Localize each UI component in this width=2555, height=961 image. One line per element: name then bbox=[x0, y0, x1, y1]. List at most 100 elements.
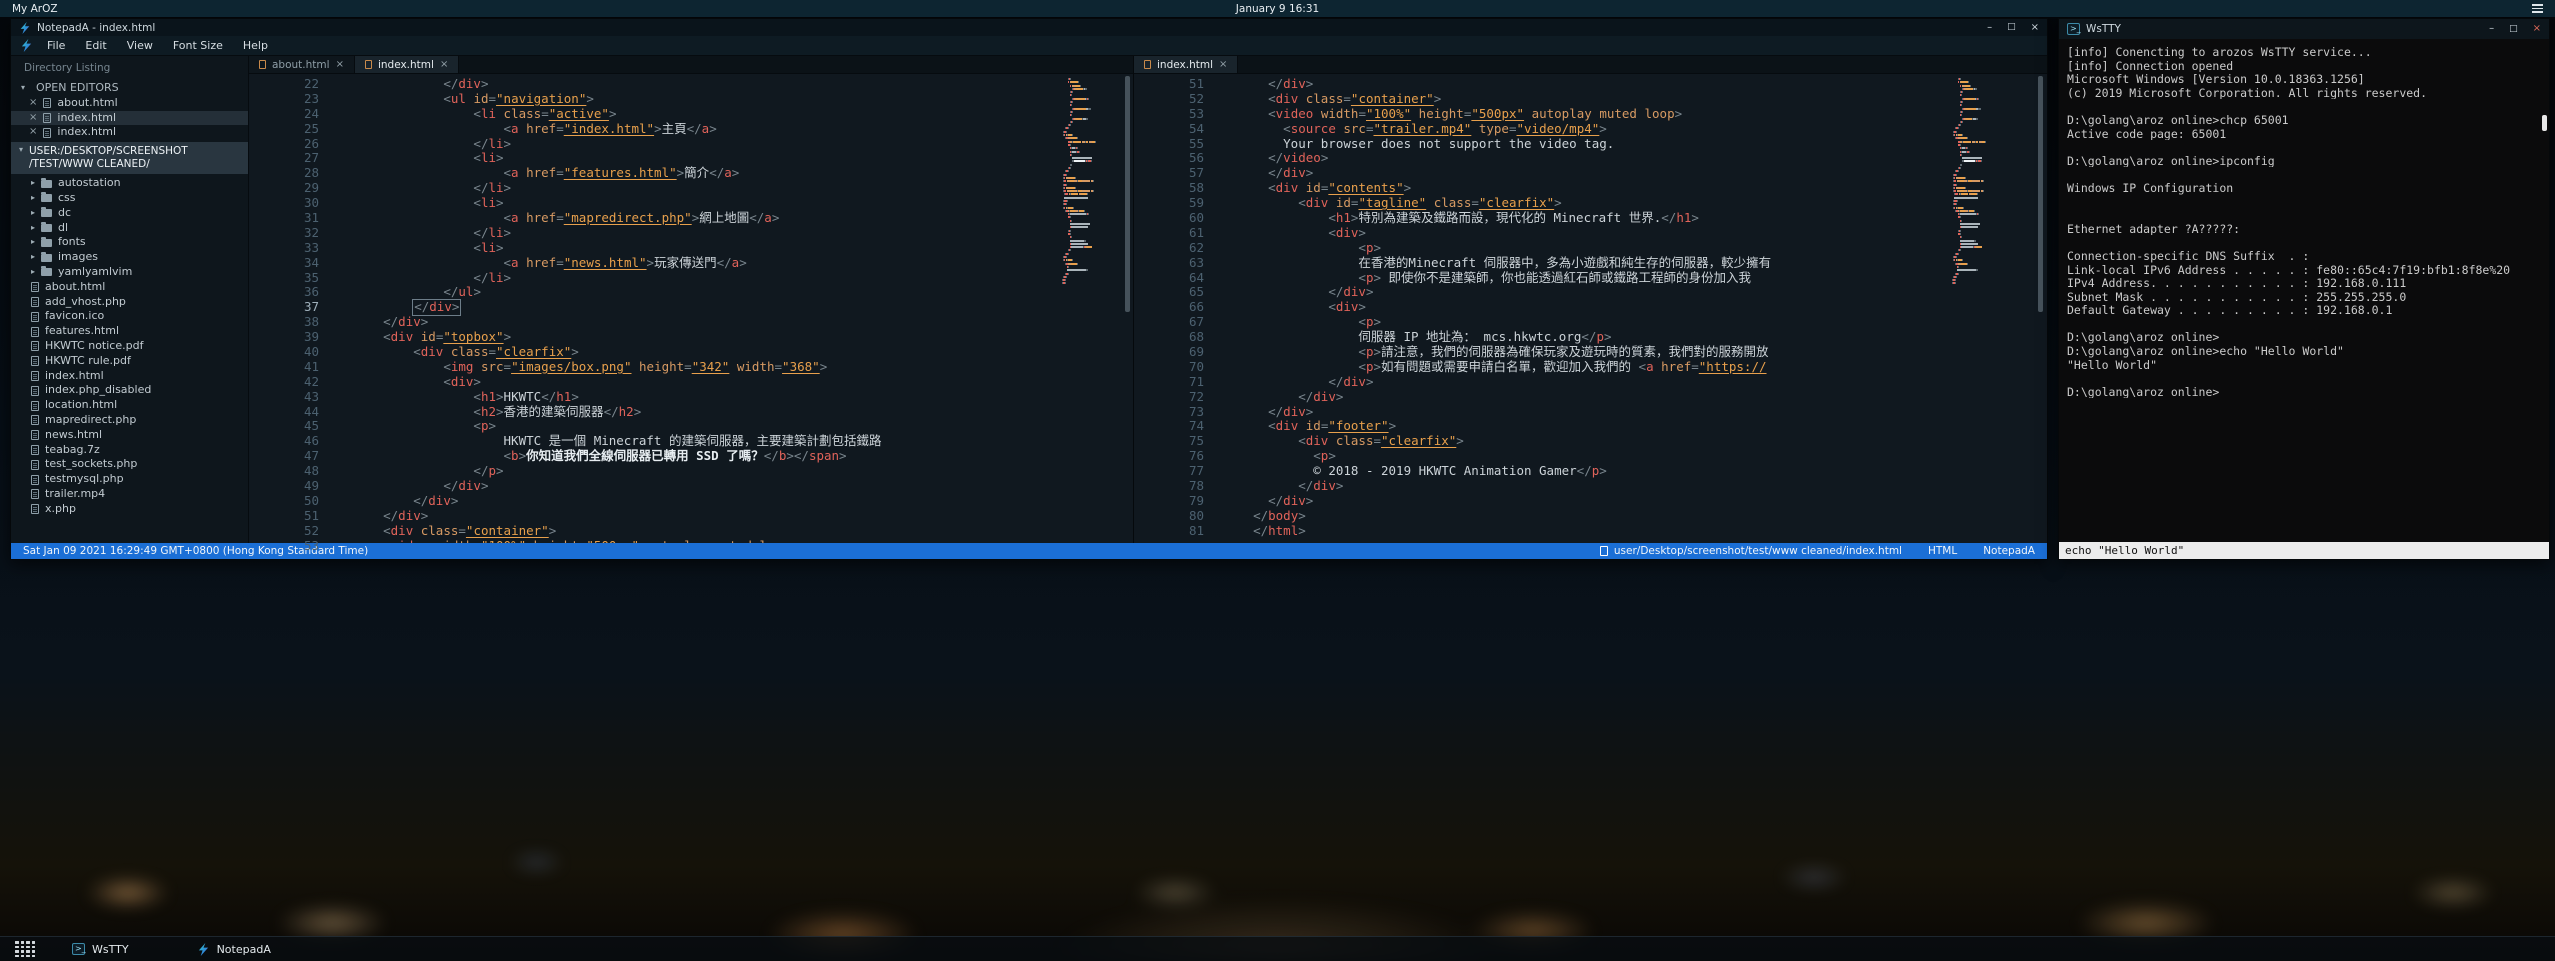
code-line[interactable]: </div> bbox=[353, 509, 1057, 524]
line-number[interactable]: 64 bbox=[1134, 271, 1204, 286]
line-number[interactable]: 65 bbox=[1134, 285, 1204, 300]
code-line[interactable]: <div id="tagline" class="clearfix"> bbox=[1238, 196, 1943, 211]
line-number[interactable]: 40 bbox=[249, 345, 319, 360]
minimize-icon[interactable]: – bbox=[1987, 23, 1992, 33]
code-line[interactable]: <p>如有問題或需要申請白名單，歡迎加入我們的 <a href="https:/… bbox=[1238, 360, 1943, 375]
line-number[interactable]: 31 bbox=[249, 211, 319, 226]
sidebar-file-item[interactable]: features.html bbox=[11, 324, 248, 339]
code-line[interactable]: <h1>特別為建築及鐵路而設，現代化的 Minecraft 世界.</h1> bbox=[1238, 211, 1943, 226]
line-number[interactable]: 37 bbox=[249, 300, 319, 315]
line-number[interactable]: 76 bbox=[1134, 449, 1204, 464]
line-number[interactable]: 57 bbox=[1134, 166, 1204, 181]
sidebar-file-item[interactable]: index.html bbox=[11, 369, 248, 384]
code-area[interactable]: </div> <ul id="navigation"> <li class="a… bbox=[333, 77, 1057, 543]
sidebar-folder-item[interactable]: ▸yamlyamlvim bbox=[11, 265, 248, 280]
line-number[interactable]: 29 bbox=[249, 181, 319, 196]
line-number[interactable]: 38 bbox=[249, 315, 319, 330]
sidebar-folder-item[interactable]: ▸dc bbox=[11, 206, 248, 221]
sidebar-file-item[interactable]: index.php_disabled bbox=[11, 383, 248, 398]
code-area[interactable]: </div> <div class="container"> <video wi… bbox=[1218, 77, 1943, 543]
line-number[interactable]: 50 bbox=[249, 494, 319, 509]
line-number[interactable]: 23 bbox=[249, 92, 319, 107]
code-line[interactable]: <div class="container"> bbox=[1238, 92, 1943, 107]
line-number[interactable]: 39 bbox=[249, 330, 319, 345]
line-number-gutter[interactable]: 5152535455565758596061626364656667686970… bbox=[1134, 77, 1218, 543]
hamburger-menu-icon[interactable] bbox=[2532, 4, 2543, 13]
sidebar-folder-item[interactable]: ▸dl bbox=[11, 221, 248, 236]
line-number[interactable]: 52 bbox=[249, 524, 319, 539]
line-number[interactable]: 53 bbox=[249, 539, 319, 554]
code-line[interactable]: </li> bbox=[353, 181, 1057, 196]
code-line[interactable]: <li> bbox=[353, 241, 1057, 256]
code-line[interactable]: <p> bbox=[353, 419, 1057, 434]
menu-file[interactable]: File bbox=[37, 37, 75, 54]
sidebar-file-item[interactable]: test_sockets.php bbox=[11, 457, 248, 472]
close-icon[interactable]: × bbox=[29, 125, 37, 140]
code-line[interactable]: <ul id="navigation"> bbox=[353, 92, 1057, 107]
code-line[interactable]: <p> 即使你不是建築師，你也能透過紅石師或鐵路工程師的身份加入我 bbox=[1238, 271, 1943, 286]
line-number[interactable]: 71 bbox=[1134, 375, 1204, 390]
line-number[interactable]: 70 bbox=[1134, 360, 1204, 375]
code-line[interactable]: </div> bbox=[353, 300, 1057, 315]
line-number[interactable]: 51 bbox=[249, 509, 319, 524]
close-icon[interactable]: × bbox=[2533, 24, 2541, 34]
line-number[interactable]: 49 bbox=[249, 479, 319, 494]
taskbar-item-wstty[interactable]: WsTTY bbox=[62, 937, 139, 961]
code-line[interactable]: </div> bbox=[1238, 285, 1943, 300]
code-line[interactable]: <div class="clearfix"> bbox=[353, 345, 1057, 360]
minimize-icon[interactable]: – bbox=[2489, 24, 2494, 34]
terminal-output[interactable]: [info] Conencting to arozos WsTTY servic… bbox=[2059, 39, 2549, 542]
line-number[interactable]: 54 bbox=[1134, 122, 1204, 137]
sidebar-folder-item[interactable]: ▸fonts bbox=[11, 235, 248, 250]
line-number[interactable]: 43 bbox=[249, 390, 319, 405]
code-line[interactable]: <div id="contents"> bbox=[1238, 181, 1943, 196]
code-line[interactable]: <div class="container"> bbox=[353, 524, 1057, 539]
code-line[interactable]: </body> bbox=[1238, 509, 1943, 524]
line-number[interactable]: 41 bbox=[249, 360, 319, 375]
open-editor-item[interactable]: ×index.html bbox=[11, 111, 248, 126]
code-line[interactable]: <div id="footer"> bbox=[1238, 419, 1943, 434]
close-icon[interactable]: × bbox=[336, 59, 344, 70]
sidebar-file-item[interactable]: favicon.ico bbox=[11, 309, 248, 324]
sidebar-file-item[interactable]: testmysql.php bbox=[11, 472, 248, 487]
close-icon[interactable]: × bbox=[2031, 23, 2039, 33]
line-number[interactable]: 25 bbox=[249, 122, 319, 137]
line-number[interactable]: 32 bbox=[249, 226, 319, 241]
close-icon[interactable]: × bbox=[1219, 59, 1227, 70]
line-number[interactable]: 48 bbox=[249, 464, 319, 479]
code-line[interactable]: </div> bbox=[353, 315, 1057, 330]
code-line[interactable]: </html> bbox=[1238, 524, 1943, 539]
code-line[interactable]: <li class="active"> bbox=[353, 107, 1057, 122]
code-line[interactable]: <p> bbox=[1238, 315, 1943, 330]
code-line[interactable]: </div> bbox=[353, 77, 1057, 92]
sidebar-file-item[interactable]: add_vhost.php bbox=[11, 295, 248, 310]
line-number[interactable]: 35 bbox=[249, 271, 319, 286]
code-line[interactable]: <source src="trailer.mp4" type="video/mp… bbox=[1238, 122, 1943, 137]
code-line[interactable]: 在香港的Minecraft 伺服器中，多為小遊戲和純生存的伺服器，較少擁有 bbox=[1238, 256, 1943, 271]
terminal-scrollbar-thumb[interactable] bbox=[2542, 115, 2547, 131]
line-number[interactable]: 77 bbox=[1134, 464, 1204, 479]
line-number[interactable]: 75 bbox=[1134, 434, 1204, 449]
sidebar-folder-item[interactable]: ▸images bbox=[11, 250, 248, 265]
sidebar-file-item[interactable]: news.html bbox=[11, 428, 248, 443]
code-line[interactable]: <li> bbox=[353, 151, 1057, 166]
code-line[interactable]: </div> bbox=[353, 494, 1057, 509]
code-line[interactable]: </div> bbox=[1238, 166, 1943, 181]
code-line[interactable]: <p>請注意，我們的伺服器為確保玩家及遊玩時的質素，我們對的服務開放 bbox=[1238, 345, 1943, 360]
line-number[interactable]: 36 bbox=[249, 285, 319, 300]
menu-help[interactable]: Help bbox=[233, 37, 278, 54]
line-number[interactable]: 53 bbox=[1134, 107, 1204, 122]
code-line[interactable]: <img src="images/box.png" height="342" w… bbox=[353, 360, 1057, 375]
code-line[interactable]: <div id="topbox"> bbox=[353, 330, 1057, 345]
vertical-scrollbar[interactable] bbox=[2036, 76, 2045, 541]
line-number[interactable]: 74 bbox=[1134, 419, 1204, 434]
sidebar-folder-item[interactable]: ▸autostation bbox=[11, 176, 248, 191]
code-line[interactable]: Your browser does not support the video … bbox=[1238, 137, 1943, 152]
maximize-icon[interactable]: □ bbox=[2509, 25, 2518, 34]
code-line[interactable]: </div> bbox=[1238, 494, 1943, 509]
sidebar-file-item[interactable]: trailer.mp4 bbox=[11, 487, 248, 502]
code-line[interactable]: <div> bbox=[1238, 300, 1943, 315]
terminal-input[interactable]: echo "Hello World" bbox=[2059, 542, 2549, 559]
code-line[interactable]: </li> bbox=[353, 271, 1057, 286]
line-number[interactable]: 59 bbox=[1134, 196, 1204, 211]
